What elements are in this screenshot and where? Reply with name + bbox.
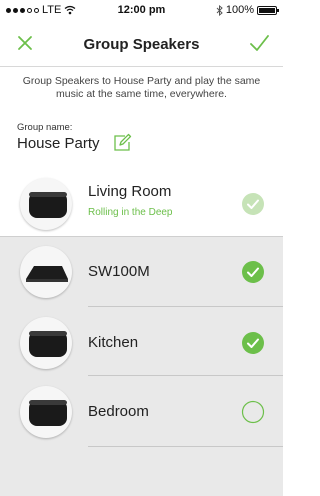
checkmark-done-icon[interactable] <box>247 31 271 55</box>
speaker-row-kitchen[interactable]: Kitchen <box>0 311 283 375</box>
speaker-divider <box>0 236 283 237</box>
speaker-divider <box>88 306 283 307</box>
speaker-divider <box>88 446 283 447</box>
check-circle-icon[interactable] <box>241 260 265 284</box>
speaker-divider <box>88 375 283 376</box>
check-circle-icon <box>242 193 264 215</box>
page-title: Group Speakers <box>83 36 200 53</box>
speaker-name: Bedroom <box>88 403 149 420</box>
speaker-name: Living Room <box>88 183 172 200</box>
battery-icon <box>257 5 279 15</box>
speaker-name: SW100M <box>88 263 150 280</box>
edit-icon[interactable] <box>112 133 132 153</box>
speaker-image <box>20 178 72 230</box>
nav-bar: Group Speakers <box>0 22 283 66</box>
status-right: 100% <box>216 4 279 16</box>
speaker-image <box>20 246 72 298</box>
status-bar: LTE 12:00 pm 100% <box>0 0 283 22</box>
speaker-name: Kitchen <box>88 334 139 351</box>
speaker-image <box>20 317 72 369</box>
battery-fill <box>259 7 275 13</box>
group-description: Group Speakers to House Party and play t… <box>22 75 261 100</box>
speaker-row-living-room[interactable]: Living Room Rolling in the Deep <box>0 172 283 236</box>
battery-percent: 100% <box>225 4 254 16</box>
bluetooth-icon <box>216 4 223 16</box>
group-name-value: House Party <box>17 135 100 152</box>
nav-divider <box>0 66 283 67</box>
speaker-row-sw100m[interactable]: SW100M <box>0 240 283 304</box>
check-circle-icon[interactable] <box>241 331 265 355</box>
unchecked-circle-icon[interactable] <box>241 400 265 424</box>
group-name-label: Group name: <box>17 122 73 133</box>
speaker-row-bedroom[interactable]: Bedroom <box>0 380 283 444</box>
speaker-now-playing: Rolling in the Deep <box>88 207 173 218</box>
speaker-image <box>20 386 72 438</box>
